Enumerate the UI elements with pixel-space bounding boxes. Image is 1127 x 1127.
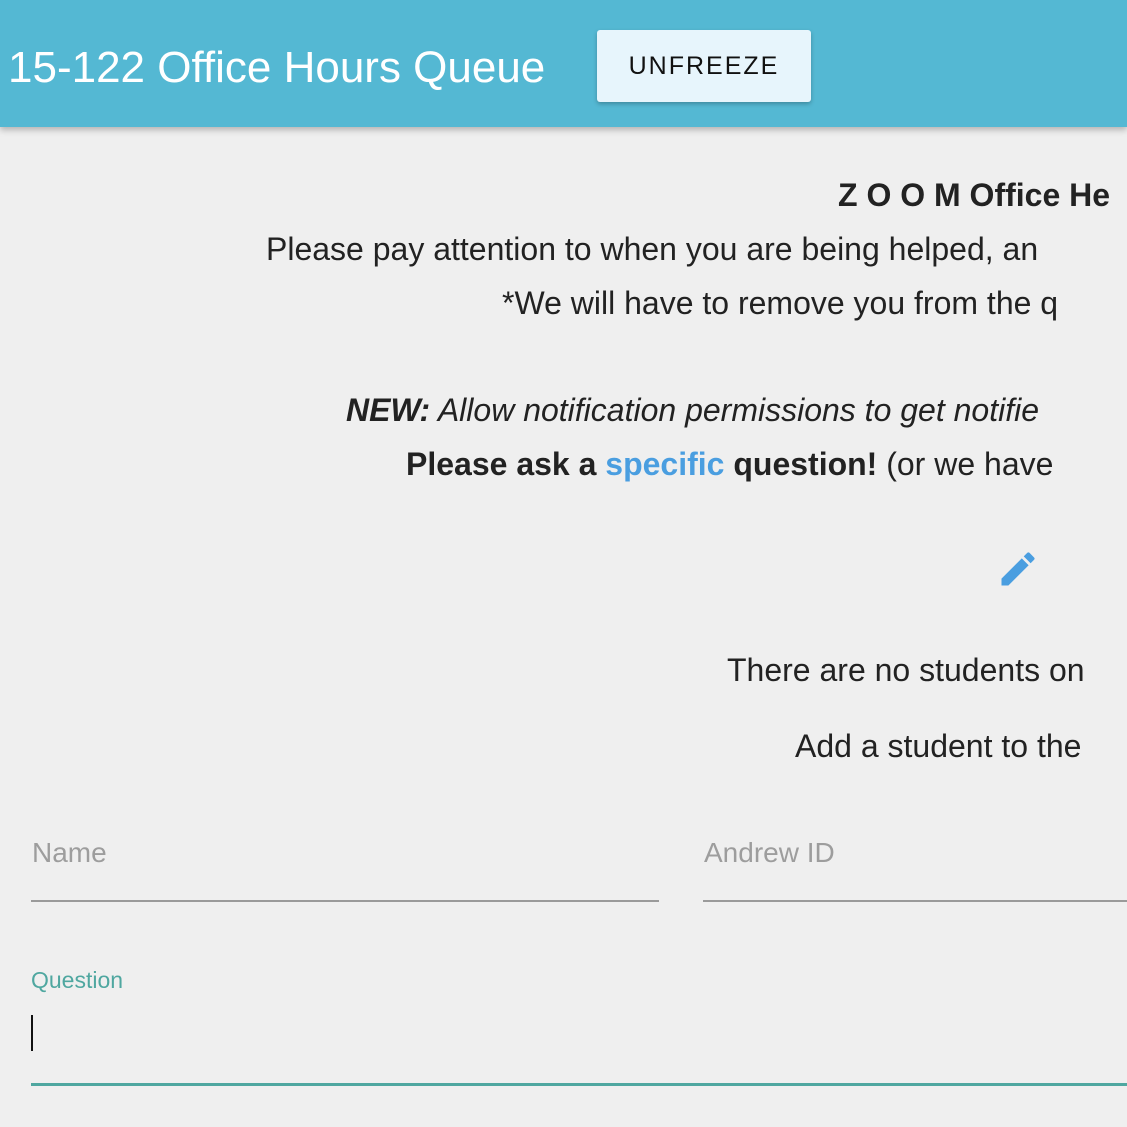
zoom-office-hours-title: Z O O M Office He: [838, 177, 1111, 213]
specific-question-notice: Please ask a specific question! (or we h…: [406, 444, 1053, 484]
andrew-id-field[interactable]: Andrew ID: [703, 827, 1127, 902]
specific-highlight: specific: [605, 446, 725, 482]
attention-notice: Please pay attention to when you are bei…: [266, 231, 1039, 267]
text-caret: [31, 1015, 33, 1051]
ask-prefix: Please ask a: [406, 446, 606, 482]
andrew-id-placeholder: Andrew ID: [704, 837, 835, 868]
ask-suffix: question!: [724, 446, 878, 482]
ask-tail: (or we have: [877, 446, 1054, 482]
removal-notice: *We will have to remove you from the q: [502, 285, 1059, 321]
notification-text: Allow notification permissions to get no…: [430, 392, 1040, 428]
app-title: 15-122 Office Hours Queue: [8, 43, 546, 92]
unfreeze-button[interactable]: UNFREEZE: [597, 30, 811, 102]
new-label: NEW:: [346, 392, 431, 428]
name-placeholder: Name: [32, 837, 107, 868]
question-field[interactable]: Question: [31, 957, 1127, 1086]
empty-queue-message: There are no students on: [727, 652, 1085, 688]
main-content: Z O O M Office He Please pay attention t…: [0, 127, 1127, 1127]
add-student-prompt: Add a student to the: [795, 728, 1082, 764]
pencil-icon[interactable]: [996, 547, 1040, 591]
app-bar: 15-122 Office Hours Queue UNFREEZE: [0, 0, 1127, 127]
question-label: Question: [31, 967, 124, 993]
notification-notice: NEW: Allow notification permissions to g…: [346, 390, 1039, 430]
name-field[interactable]: Name: [31, 827, 659, 902]
